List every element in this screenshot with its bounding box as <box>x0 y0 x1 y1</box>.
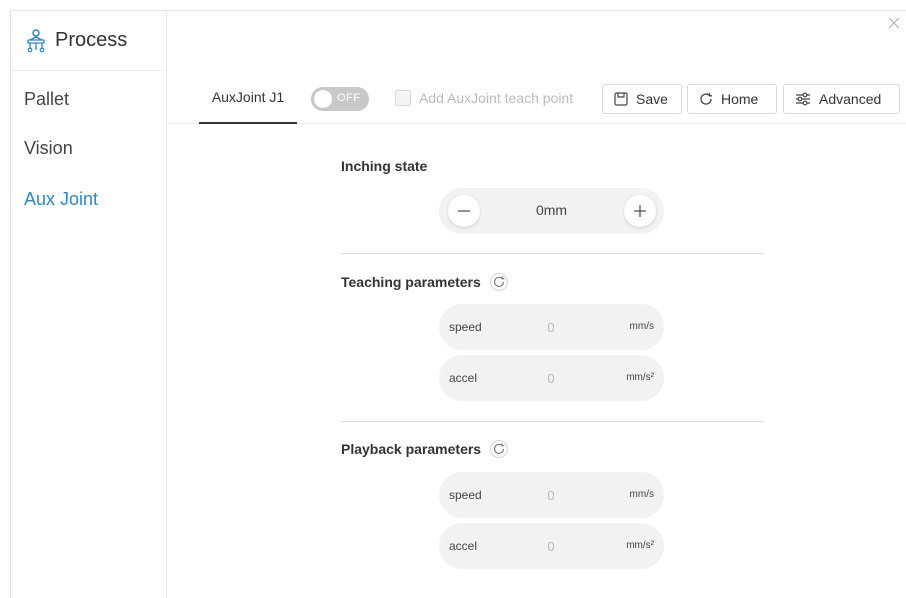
teaching-accel-unit: mm/s² <box>626 372 654 383</box>
playback-reset-icon[interactable] <box>489 439 509 459</box>
toggle-label: OFF <box>337 92 361 104</box>
process-window: Process Pallet Vision Aux Joint AuxJoint… <box>0 0 906 598</box>
teaching-parameters-title: Teaching parameters <box>341 272 509 292</box>
decrement-button[interactable] <box>448 195 480 227</box>
divider <box>341 253 764 254</box>
home-button-label: Home <box>721 91 759 107</box>
playback-accel-unit: mm/s² <box>626 540 654 551</box>
minus-icon <box>458 210 470 212</box>
playback-parameters-heading: Playback parameters <box>341 441 482 457</box>
add-teach-point-option[interactable]: Add AuxJoint teach point <box>395 88 573 108</box>
advanced-button-label: Advanced <box>819 91 882 107</box>
playback-accel-field: accel mm/s² <box>439 523 664 569</box>
teaching-speed-input[interactable] <box>521 316 581 338</box>
teaching-reset-icon[interactable] <box>489 272 509 292</box>
save-button[interactable]: Save <box>602 84 682 114</box>
close-icon[interactable] <box>887 16 901 30</box>
teaching-speed-unit: mm/s <box>629 321 654 332</box>
home-refresh-icon <box>700 93 712 105</box>
teaching-speed-field: speed mm/s <box>439 304 664 350</box>
sidebar-item-aux-joint[interactable]: Aux Joint <box>24 189 98 210</box>
toolbar: AuxJoint J1 OFF Add AuxJoint teach point… <box>167 72 906 124</box>
home-button[interactable]: Home <box>687 84 777 114</box>
tab-auxjoint-j1[interactable]: AuxJoint J1 <box>199 72 297 124</box>
playback-speed-label: speed <box>449 488 482 502</box>
playback-accel-input[interactable] <box>521 535 581 557</box>
save-button-label: Save <box>636 91 668 107</box>
save-icon <box>614 92 628 106</box>
add-teach-point-checkbox[interactable] <box>395 90 411 106</box>
playback-speed-field: speed mm/s <box>439 472 664 518</box>
sidebar-header: Process <box>11 11 166 71</box>
playback-parameters-title: Playback parameters <box>341 439 509 459</box>
teaching-accel-label: accel <box>449 371 478 385</box>
increment-button[interactable] <box>624 195 656 227</box>
inching-stepper: 0mm <box>439 188 664 234</box>
plus-icon <box>634 205 646 217</box>
sidebar-item-pallet[interactable]: Pallet <box>24 89 69 110</box>
enable-toggle[interactable]: OFF <box>311 87 369 111</box>
divider <box>341 421 764 422</box>
teaching-speed-label: speed <box>449 320 482 334</box>
toggle-knob <box>314 90 332 108</box>
advanced-button[interactable]: Advanced <box>783 84 900 114</box>
playback-speed-unit: mm/s <box>629 489 654 500</box>
playback-accel-label: accel <box>449 539 478 553</box>
add-teach-point-label: Add AuxJoint teach point <box>419 90 574 106</box>
inching-value: 0mm <box>535 202 568 218</box>
process-icon <box>27 28 45 52</box>
sidebar-item-vision[interactable]: Vision <box>24 138 73 159</box>
teaching-accel-field: accel mm/s² <box>439 355 664 401</box>
sidebar-title: Process <box>55 29 128 51</box>
settings-sliders-icon <box>796 92 810 106</box>
sidebar: Process Pallet Vision Aux Joint <box>11 11 167 598</box>
inching-state-heading: Inching state <box>341 158 428 174</box>
teaching-accel-input[interactable] <box>521 367 581 389</box>
teaching-parameters-heading: Teaching parameters <box>341 274 481 290</box>
playback-speed-input[interactable] <box>521 484 581 506</box>
inching-state-title: Inching state <box>341 158 427 174</box>
